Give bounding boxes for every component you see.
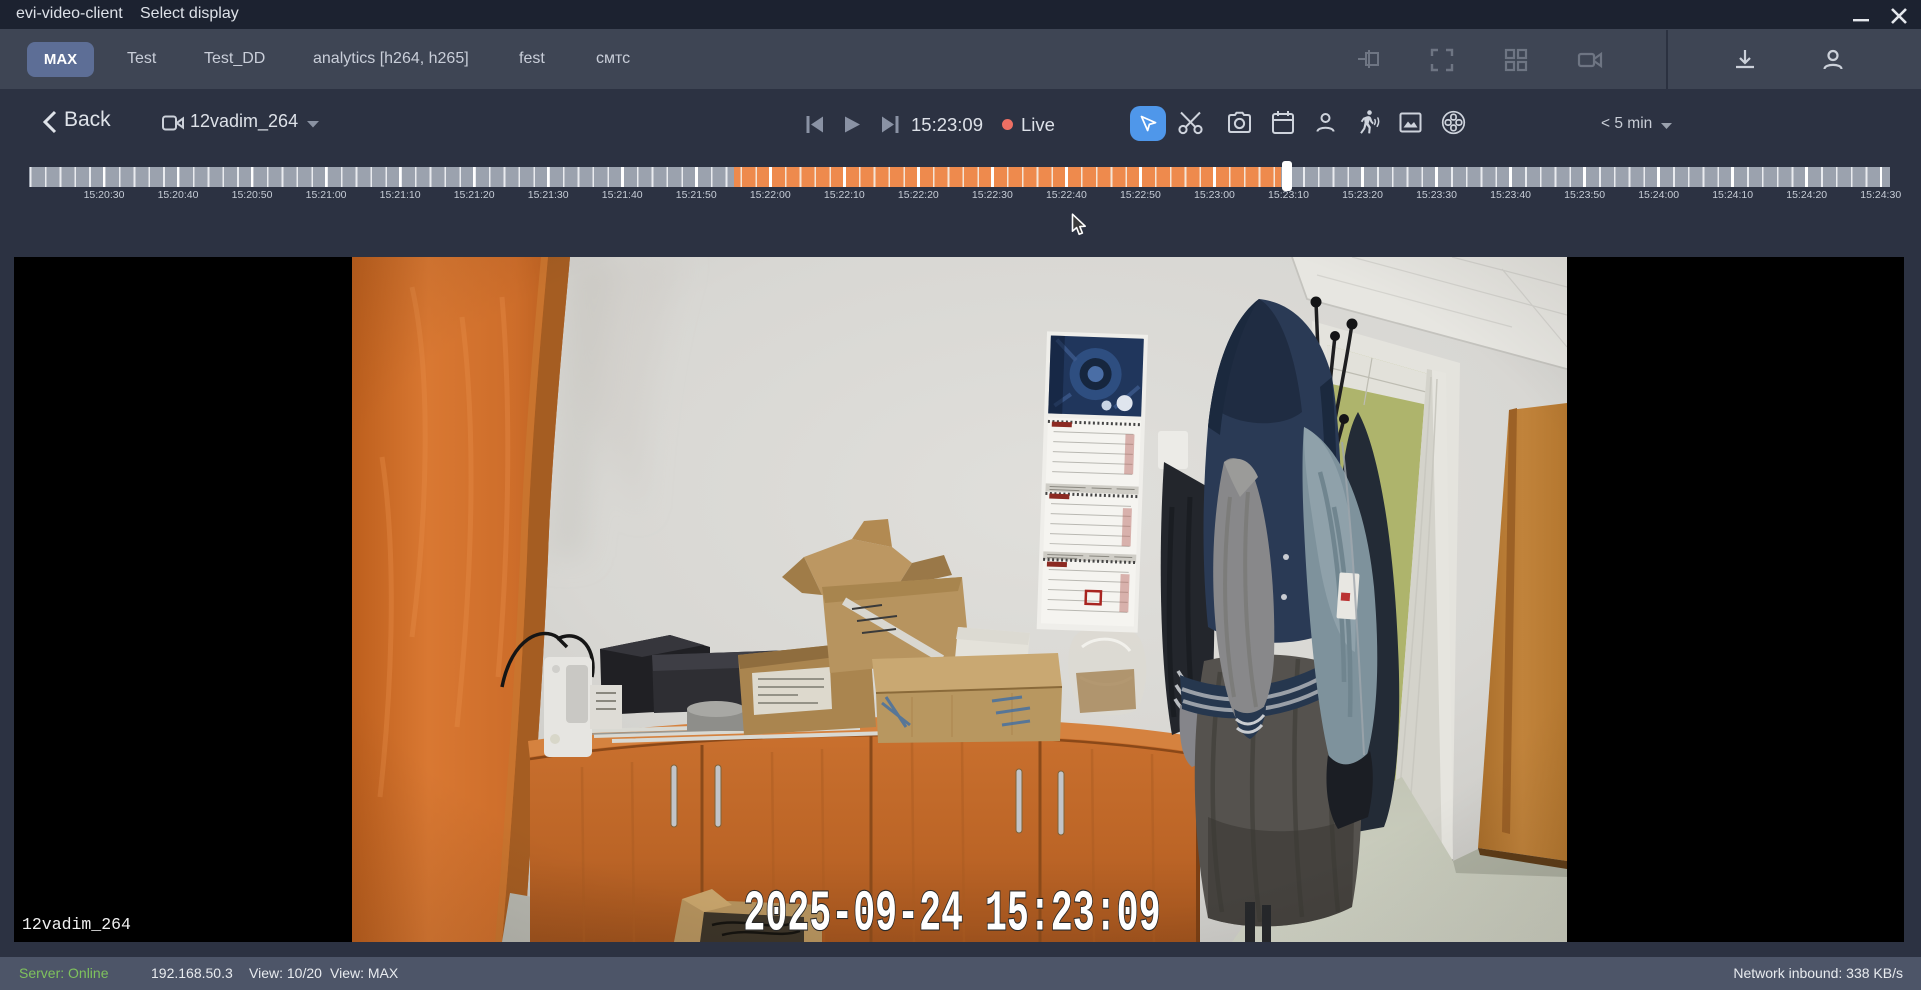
svg-text:2025-09-24 15:23:09: 2025-09-24 15:23:09 [743,883,1160,942]
